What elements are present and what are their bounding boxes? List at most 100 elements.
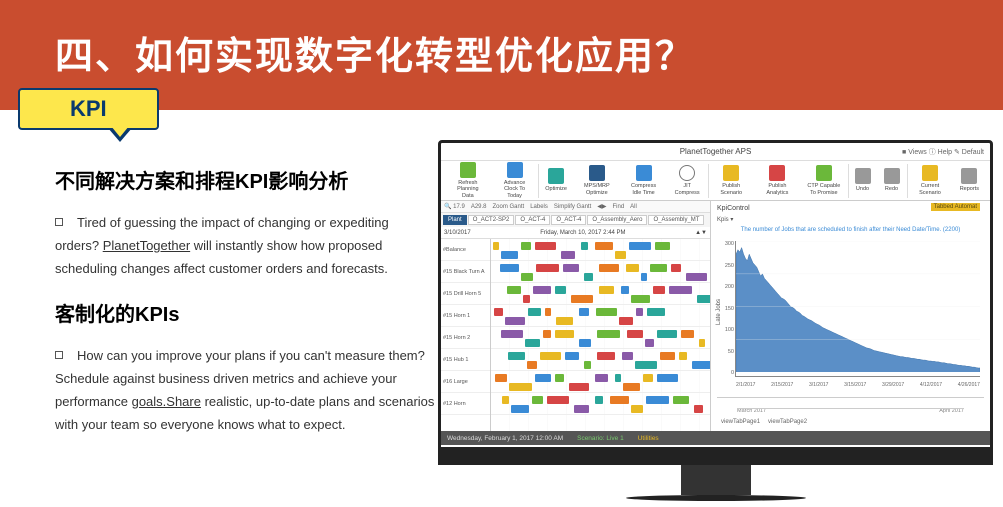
gantt-bar[interactable] [595,396,603,404]
section2-link[interactable]: goals.Share [132,394,201,409]
tab-badge[interactable]: Tabbed Automat [931,203,980,211]
gantt-row[interactable] [491,261,710,283]
gantt-bar[interactable] [643,374,653,382]
gantt-bar[interactable] [623,383,640,391]
gantt-bar[interactable] [694,405,703,413]
gantt-bar[interactable] [631,295,650,303]
gantt-bar[interactable] [595,374,608,382]
gantt-bar[interactable] [626,264,639,272]
plant-tab[interactable]: Plant [443,215,467,225]
resource-row[interactable]: #15 Drill Horn 5 [441,283,490,305]
gantt-bar[interactable] [493,242,499,250]
section1-link[interactable]: PlanetTogether [103,238,190,253]
view-options[interactable]: ■ Views ⓘ Help ✎ Default [902,147,984,157]
gantt-bar[interactable] [653,286,665,294]
gantt-bar[interactable] [646,396,669,404]
gantt-bar[interactable] [660,352,675,360]
gantt-bar[interactable] [501,330,523,338]
gantt-bar[interactable] [555,330,574,338]
gantt-bar[interactable] [563,264,579,272]
gantt-bar[interactable] [545,308,551,316]
gantt-bar[interactable] [569,383,589,391]
gantt-bar[interactable] [686,273,707,281]
gantt-row[interactable] [491,349,710,371]
gantt-controls[interactable]: 🔍 17.9A29.8 Zoom Gantt Labels Simplify G… [441,201,710,213]
gantt-bar[interactable] [599,264,619,272]
gantt-bar[interactable] [619,317,633,325]
gantt-bar[interactable] [679,352,687,360]
gantt-bar[interactable] [681,330,694,338]
gantt-bar[interactable] [650,264,667,272]
gantt-bar[interactable] [641,273,647,281]
gantt-bar[interactable] [540,352,561,360]
toolbar-jit-compress[interactable]: JIT Compress [667,165,707,195]
gantt-bar[interactable] [657,330,677,338]
gantt-bar[interactable] [571,295,593,303]
gantt-bar[interactable] [584,273,593,281]
gantt-bar[interactable] [596,308,617,316]
gantt-bar[interactable] [535,242,556,250]
gantt-chart[interactable] [491,239,710,431]
gantt-bar[interactable] [697,295,710,303]
tab-item[interactable]: O_Assembly_Aero [587,215,647,225]
gantt-bar[interactable] [543,330,551,338]
gantt-bar[interactable] [610,396,629,404]
gantt-bar[interactable] [533,286,551,294]
gantt-bar[interactable] [584,361,591,369]
gantt-bar[interactable] [629,242,651,250]
gantt-bar[interactable] [532,396,543,404]
gantt-bar[interactable] [525,339,540,347]
gantt-bar[interactable] [495,374,507,382]
gantt-bar[interactable] [621,286,629,294]
view-tabs[interactable]: viewTabPage1viewTabPage2 [717,417,984,427]
tab-item[interactable]: O_ACT2-SP2 [468,215,515,225]
gantt-row[interactable] [491,371,710,393]
gantt-row[interactable] [491,239,710,261]
gantt-bar[interactable] [581,242,588,250]
gantt-bar[interactable] [561,251,575,259]
kpi-dropdown[interactable]: Kpis ▾ [717,214,984,225]
toolbar-advance-clock-to-today[interactable]: Advance Clock To Today [492,162,539,198]
gantt-bar[interactable] [657,374,678,382]
gantt-row[interactable] [491,283,710,305]
gantt-bar[interactable] [508,352,525,360]
toolbar-current-scenario[interactable]: Current Scenario [907,165,953,195]
toolbar-publish-analytics[interactable]: Publish Analytics [755,165,801,195]
gantt-bar[interactable] [635,361,657,369]
gantt-bar[interactable] [669,286,692,294]
gantt-bar[interactable] [556,317,573,325]
toolbar-undo[interactable]: Undo [849,168,878,192]
gantt-bar[interactable] [699,339,705,347]
tab-item[interactable]: O_Assembly_MT [648,215,704,225]
resource-row[interactable]: #15 Horn 2 [441,327,490,349]
gantt-bar[interactable] [636,308,643,316]
resource-row[interactable]: #15 Hub 1 [441,349,490,371]
toolbar-ctp-capable-to-promise[interactable]: CTP Capable To Promise [801,165,848,195]
resource-row[interactable]: #15 Horn 1 [441,305,490,327]
gantt-bar[interactable] [574,405,589,413]
resource-row[interactable]: #16 Large [441,371,490,393]
toolbar-publish-scenario[interactable]: Publish Scenario [709,165,755,195]
toolbar-compress-idle-time[interactable]: Compress Idle Time [621,165,668,195]
gantt-bar[interactable] [547,396,569,404]
gantt-bar[interactable] [528,308,541,316]
toolbar-refresh-planning-data[interactable]: Refresh Planning Data [445,162,492,198]
gantt-bar[interactable] [615,251,626,259]
gantt-bar[interactable] [595,242,613,250]
gantt-bar[interactable] [579,339,591,347]
gantt-bar[interactable] [521,273,533,281]
gantt-row[interactable] [491,327,710,349]
gantt-bar[interactable] [599,286,614,294]
gantt-bar[interactable] [535,374,551,382]
tab-item[interactable]: O_ACT-4 [551,215,586,225]
gantt-bar[interactable] [523,295,530,303]
gantt-bar[interactable] [536,264,559,272]
gantt-bar[interactable] [555,374,564,382]
gantt-bar[interactable] [631,405,643,413]
toolbar-redo[interactable]: Redo [878,168,907,192]
gantt-bar[interactable] [500,264,519,272]
gantt-bar[interactable] [502,396,509,404]
tab-item[interactable]: O_ACT-4 [515,215,550,225]
gantt-bar[interactable] [565,352,579,360]
toolbar-reports[interactable]: Reports [954,168,986,192]
